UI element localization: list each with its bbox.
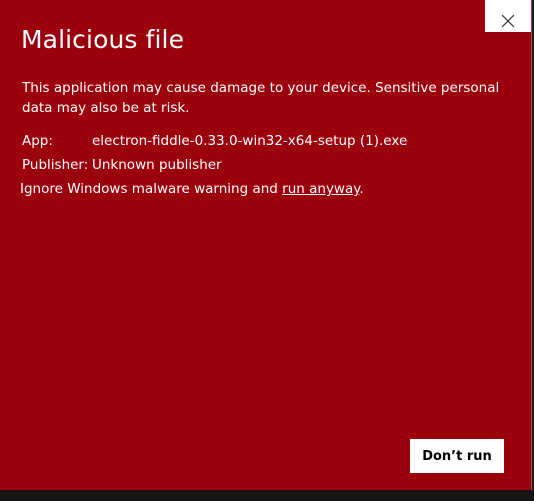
app-label: App:	[22, 133, 53, 149]
app-row: App: electron-fiddle-0.33.0-win32-x64-set…	[22, 132, 407, 150]
ignore-warning-label: Ignore Windows malware warning and	[20, 181, 283, 197]
malicious-file-dialog: Malicious file This application may caus…	[0, 0, 532, 490]
dialog-title: Malicious file	[21, 25, 185, 54]
background-window-strip	[0, 490, 534, 501]
run-anyway-link[interactable]: run anyway	[282, 181, 359, 197]
dont-run-button[interactable]: Don’t run	[410, 439, 504, 473]
ignore-warning-suffix: .	[359, 181, 364, 197]
warning-message: This application may cause damage to you…	[22, 80, 500, 116]
close-button[interactable]	[485, 0, 531, 32]
publisher-label: Publisher:	[22, 157, 89, 173]
app-filename: electron-fiddle-0.33.0-win32-x64-setup (…	[92, 133, 408, 149]
ignore-warning-text: Ignore Windows malware warning and run a…	[20, 179, 364, 199]
publisher-row: Publisher: Unknown publisher	[22, 156, 222, 174]
close-icon	[501, 14, 515, 27]
publisher-value: Unknown publisher	[92, 157, 222, 173]
